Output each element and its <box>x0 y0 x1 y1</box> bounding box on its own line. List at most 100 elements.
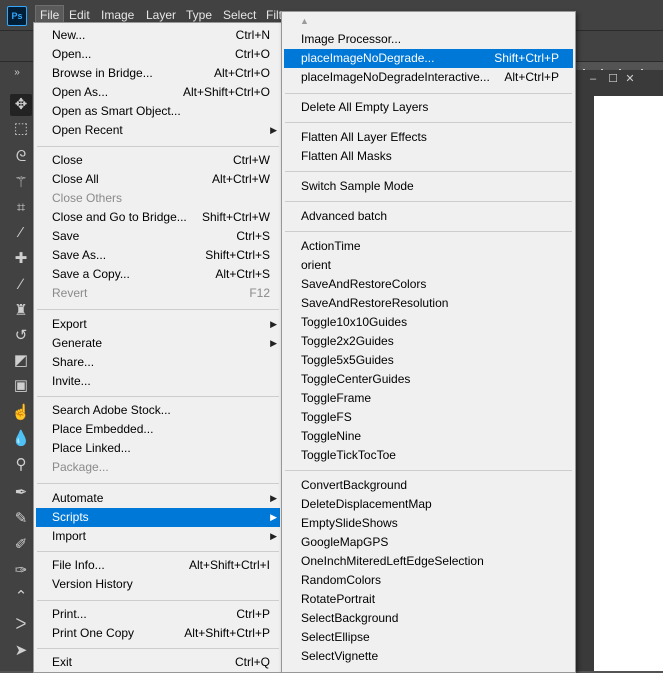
menu-item-automate[interactable]: Automate ▶ <box>36 489 280 508</box>
menu-item-image-processor[interactable]: Image Processor... <box>284 30 573 49</box>
menu-item-selectvignette[interactable]: SelectVignette <box>284 647 573 666</box>
menu-item-rotateportrait[interactable]: RotatePortrait <box>284 590 573 609</box>
menu-separator <box>37 483 279 484</box>
menu-item-convertbackground[interactable]: ConvertBackground <box>284 476 573 495</box>
menu-item-googlemapgps[interactable]: GoogleMapGPS <box>284 533 573 552</box>
menu-item-invite[interactable]: Invite... <box>36 372 280 391</box>
menu-item-toggle2x2guides[interactable]: Toggle2x2Guides <box>284 332 573 351</box>
magic-wand-tool-icon[interactable]: ⚚ <box>10 172 32 194</box>
marquee-tool-icon[interactable]: ⬚ <box>10 118 32 140</box>
menu-item-advanced-batch[interactable]: Advanced batch <box>284 207 573 226</box>
type-tool-icon[interactable]: ᐳ <box>10 614 32 636</box>
menu-item-share[interactable]: Share... <box>36 353 280 372</box>
healing-brush-tool-icon[interactable]: ✚ <box>10 248 32 270</box>
menu-item-actiontime[interactable]: ActionTime <box>284 237 573 256</box>
menu-item-import[interactable]: Import ▶ <box>36 527 280 546</box>
submenu-arrow-icon: ▶ <box>270 512 277 522</box>
menu-item-toggletickroctoe[interactable]: ToggleTickTocToe <box>284 446 573 465</box>
menu-separator <box>285 122 572 123</box>
menu-item-switch-sample-mode[interactable]: Switch Sample Mode <box>284 177 573 196</box>
menu-item-randomcolors[interactable]: RandomColors <box>284 571 573 590</box>
brush-tool-icon[interactable]: ∕ <box>10 274 32 296</box>
submenu-arrow-icon: ▶ <box>270 319 277 329</box>
pen-tool-icon[interactable]: ✒ <box>10 482 32 504</box>
gradient-tool-icon[interactable]: ▣ <box>10 375 32 397</box>
menu-item-open-as-smart-object[interactable]: Open as Smart Object... <box>36 102 280 121</box>
panel-collapse-icon[interactable]: » <box>6 62 28 84</box>
menu-item-close-and-go-to-bridge[interactable]: Close and Go to Bridge... Shift+Ctrl+W <box>36 208 280 227</box>
convert-point-tool-icon[interactable]: ⌃ <box>10 586 32 608</box>
move-tool-icon[interactable]: ✥ <box>10 94 32 116</box>
menu-item-scripts[interactable]: Scripts ▶ <box>36 508 280 527</box>
menu-item-close-all[interactable]: Close All Alt+Ctrl+W <box>36 170 280 189</box>
menu-item-togglenine[interactable]: ToggleNine <box>284 427 573 446</box>
menu-item-emptyslideshows[interactable]: EmptySlideShows <box>284 514 573 533</box>
menu-item-open-as[interactable]: Open As... Alt+Shift+Ctrl+O <box>36 83 280 102</box>
curvature-pen-tool-icon[interactable]: ✐ <box>10 534 32 556</box>
eraser-tool-icon[interactable]: ◩ <box>10 350 32 372</box>
menu-item-place-embedded[interactable]: Place Embedded... <box>36 420 280 439</box>
menu-item-open-recent[interactable]: Open Recent ▶ <box>36 121 280 140</box>
menu-item-file-info[interactable]: File Info... Alt+Shift+Ctrl+I <box>36 556 280 575</box>
dodge-tool-icon[interactable]: ⚲ <box>10 454 32 476</box>
menu-item-place-linked[interactable]: Place Linked... <box>36 439 280 458</box>
lasso-tool-icon[interactable]: ᘓ <box>10 146 32 168</box>
minimize-icon[interactable]: – <box>585 72 601 86</box>
menu-item-selectellipse[interactable]: SelectEllipse <box>284 628 573 647</box>
menu-item-toggle5x5guides[interactable]: Toggle5x5Guides <box>284 351 573 370</box>
menu-item-generate[interactable]: Generate ▶ <box>36 334 280 353</box>
submenu-arrow-icon: ▶ <box>270 531 277 541</box>
menu-item-togglecenterguides[interactable]: ToggleCenterGuides <box>284 370 573 389</box>
smudge-tool-icon[interactable]: ☝ <box>10 402 32 424</box>
menu-item-save-a-copy[interactable]: Save a Copy... Alt+Ctrl+S <box>36 265 280 284</box>
menu-item-saveandrestorecolors[interactable]: SaveAndRestoreColors <box>284 275 573 294</box>
menu-item-open[interactable]: Open... Ctrl+O <box>36 45 280 64</box>
menu-item-save[interactable]: Save Ctrl+S <box>36 227 280 246</box>
freeform-pen-tool-icon[interactable]: ✎ <box>10 508 32 530</box>
menu-separator <box>37 648 279 649</box>
crop-tool-icon[interactable]: ⌗ <box>10 197 32 219</box>
path-selection-tool-icon[interactable]: ➤ <box>10 640 32 662</box>
add-anchor-tool-icon[interactable]: ✑ <box>10 560 32 582</box>
menu-separator <box>285 231 572 232</box>
menu-item-new[interactable]: New... Ctrl+N <box>36 26 280 45</box>
menu-item-oneinchmiteredleftedgeselection[interactable]: OneInchMiteredLeftEdgeSelection <box>284 552 573 571</box>
menu-separator <box>37 600 279 601</box>
menu-item-placeimagenodegrade[interactable]: placeImageNoDegrade... Shift+Ctrl+P <box>284 49 573 68</box>
submenu-arrow-icon: ▶ <box>270 338 277 348</box>
menu-item-saveandrestoreresolution[interactable]: SaveAndRestoreResolution <box>284 294 573 313</box>
document-canvas[interactable] <box>594 96 663 671</box>
menu-item-orient[interactable]: orient <box>284 256 573 275</box>
menu-item-toggleframe[interactable]: ToggleFrame <box>284 389 573 408</box>
photoshop-logo-icon: Ps <box>7 6 27 26</box>
menu-item-toggle10x10guides[interactable]: Toggle10x10Guides <box>284 313 573 332</box>
menu-item-print-one-copy[interactable]: Print One Copy Alt+Shift+Ctrl+P <box>36 624 280 643</box>
eyedropper-tool-icon[interactable]: ⁄ <box>10 222 32 244</box>
file-menu: New... Ctrl+N Open... Ctrl+O Browse in Bri… <box>33 22 283 673</box>
blur-tool-icon[interactable]: 💧 <box>10 428 32 450</box>
history-brush-tool-icon[interactable]: ↺ <box>10 325 32 347</box>
submenu-arrow-icon: ▶ <box>270 125 277 135</box>
close-icon[interactable]: ✕ <box>622 72 638 86</box>
maximize-icon[interactable]: ☐ <box>605 72 621 86</box>
menu-item-print[interactable]: Print... Ctrl+P <box>36 605 280 624</box>
menu-item-version-history[interactable]: Version History <box>36 575 280 594</box>
scroll-up-icon[interactable]: ▲ <box>300 16 309 26</box>
menu-item-flatten-all-masks[interactable]: Flatten All Masks <box>284 147 573 166</box>
menu-item-placeimagenodegradeinteractive[interactable]: placeImageNoDegradeInteractive... Alt+Ctr… <box>284 68 573 87</box>
menu-item-flatten-all-layer-effects[interactable]: Flatten All Layer Effects <box>284 128 573 147</box>
submenu-arrow-icon: ▶ <box>270 493 277 503</box>
clone-stamp-tool-icon[interactable]: ♜ <box>10 300 32 322</box>
menu-item-togglefs[interactable]: ToggleFS <box>284 408 573 427</box>
menu-item-selectbackground[interactable]: SelectBackground <box>284 609 573 628</box>
menu-item-package: Package... <box>52 460 109 474</box>
menu-item-exit[interactable]: Exit Ctrl+Q <box>36 653 280 672</box>
menu-separator <box>285 470 572 471</box>
menu-item-search-adobe-stock[interactable]: Search Adobe Stock... <box>36 401 280 420</box>
menu-item-export[interactable]: Export ▶ <box>36 315 280 334</box>
menu-item-delete-all-empty-layers[interactable]: Delete All Empty Layers <box>284 98 573 117</box>
menu-item-save-as[interactable]: Save As... Shift+Ctrl+S <box>36 246 280 265</box>
menu-item-close[interactable]: Close Ctrl+W <box>36 151 280 170</box>
menu-item-deletedisplacementmap[interactable]: DeleteDisplacementMap <box>284 495 573 514</box>
menu-item-browse-in-bridge[interactable]: Browse in Bridge... Alt+Ctrl+O <box>36 64 280 83</box>
